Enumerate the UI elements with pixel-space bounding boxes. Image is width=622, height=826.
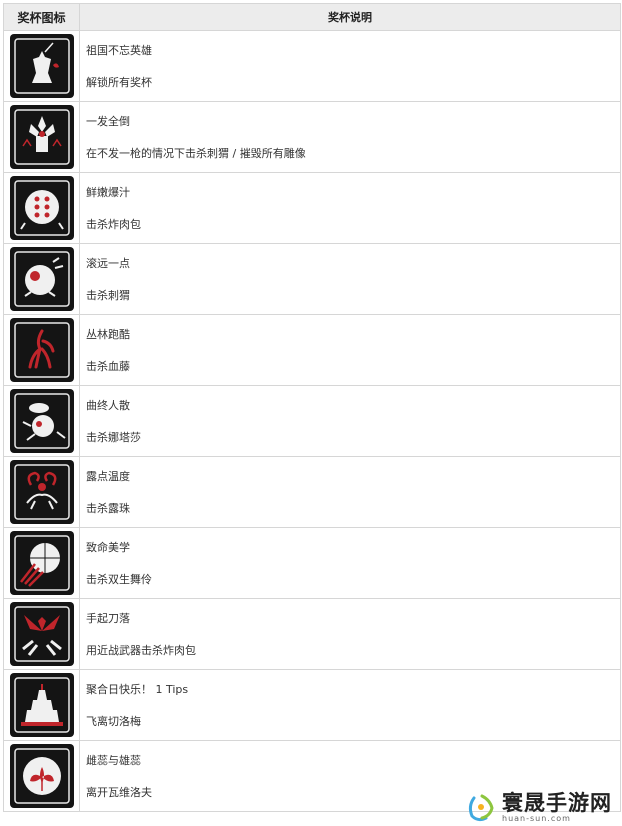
flower-icon: [9, 744, 74, 808]
table-row: 曲终人散 击杀娜塔莎: [4, 386, 621, 457]
icon-cell: [4, 457, 80, 527]
winged-blades-icon: [9, 602, 74, 666]
desc-cell: 滚远一点 击杀刺猬: [80, 244, 621, 314]
trophy-title: 丛林跑酷: [86, 328, 130, 341]
header-desc-label: 奖杯说明: [328, 11, 372, 24]
tower-icon: [9, 673, 74, 737]
desc-cell: 致命美学 击杀双生舞伶: [80, 528, 621, 598]
icon-cell: [4, 670, 80, 740]
icon-cell: [4, 173, 80, 243]
table-row: 聚合日快乐！ 1 Tips 飞离切洛梅: [4, 670, 621, 741]
icon-cell: [4, 386, 80, 456]
trophy-title: 致命美学: [86, 541, 130, 554]
tentacle-creature-icon: [9, 460, 74, 524]
icon-cell: [4, 528, 80, 598]
table-row: 祖国不忘英雄 解锁所有奖杯: [4, 31, 621, 102]
watermark: 寰晟手游网 huan-sun.com: [464, 790, 612, 824]
trophy-description: 击杀血藤: [86, 360, 130, 373]
table-row: 鲜嫩爆汁 击杀炸肉包: [4, 173, 621, 244]
icon-cell: [4, 102, 80, 172]
trophy-title: 鲜嫩爆汁: [86, 186, 130, 199]
trophy-description: 击杀娜塔莎: [86, 431, 141, 444]
desc-cell: 丛林跑酷 击杀血藤: [80, 315, 621, 385]
ballerina-robot-icon: [9, 389, 74, 453]
trophy-title: 曲终人散: [86, 399, 130, 412]
table-row: 丛林跑酷 击杀血藤: [4, 315, 621, 386]
trophy-title: 祖国不忘英雄: [86, 44, 152, 57]
desc-cell: 露点温度 击杀露珠: [80, 457, 621, 527]
trophy-title: 一发全倒: [86, 115, 130, 128]
table-row: 露点温度 击杀露珠: [4, 457, 621, 528]
watermark-sub: huan-sun.com: [502, 813, 571, 823]
desc-cell: 一发全倒 在不发一枪的情况下击杀刺猬 / 摧毁所有雕像: [80, 102, 621, 172]
trophy-description: 用近战武器击杀炸肉包: [86, 644, 196, 657]
icon-cell: [4, 244, 80, 314]
desc-cell: 曲终人散 击杀娜塔莎: [80, 386, 621, 456]
trophy-title: 手起刀落: [86, 612, 130, 625]
trophy-description: 击杀刺猬: [86, 289, 130, 302]
table-row: 致命美学 击杀双生舞伶: [4, 528, 621, 599]
flower-mech-icon: [9, 105, 74, 169]
header-desc-column: 奖杯说明: [80, 4, 621, 30]
vine-creature-icon: [9, 318, 74, 382]
desc-cell: 鲜嫩爆汁 击杀炸肉包: [80, 173, 621, 243]
trophy-table: 奖杯图标 奖杯说明 祖国不忘英雄 解锁所有奖杯 一发全倒 在不发一枪的情况下击杀…: [3, 3, 621, 812]
trophy-description: 击杀露珠: [86, 502, 130, 515]
icon-cell: [4, 741, 80, 811]
watermark-main: 寰晟手游网: [502, 789, 612, 815]
table-header: 奖杯图标 奖杯说明: [4, 4, 621, 31]
table-row: 滚远一点 击杀刺猬: [4, 244, 621, 315]
trophy-description: 飞离切洛梅: [86, 715, 141, 728]
trophy-title: 滚远一点: [86, 257, 130, 270]
statue-icon: [9, 34, 74, 98]
table-row: 手起刀落 用近战武器击杀炸肉包: [4, 599, 621, 670]
table-row: 一发全倒 在不发一枪的情况下击杀刺猬 / 摧毁所有雕像: [4, 102, 621, 173]
icon-cell: [4, 599, 80, 669]
trophy-description: 在不发一枪的情况下击杀刺猬 / 摧毁所有雕像: [86, 147, 306, 160]
watermark-logo-icon: [468, 794, 494, 822]
desc-cell: 手起刀落 用近战武器击杀炸肉包: [80, 599, 621, 669]
dotted-robot-icon: [9, 176, 74, 240]
trophy-title: 露点温度: [86, 470, 130, 483]
trophy-description: 击杀双生舞伶: [86, 573, 152, 586]
watermark-text: 寰晟手游网 huan-sun.com: [502, 792, 612, 823]
icon-cell: [4, 315, 80, 385]
claw-sphere-icon: [9, 531, 74, 595]
icon-cell: [4, 31, 80, 101]
trophy-title: 雌蕊与雄蕊: [86, 754, 141, 767]
trophy-description: 击杀炸肉包: [86, 218, 141, 231]
desc-cell: 聚合日快乐！ 1 Tips 飞离切洛梅: [80, 670, 621, 740]
header-icon-column: 奖杯图标: [4, 4, 80, 30]
desc-cell: 祖国不忘英雄 解锁所有奖杯: [80, 31, 621, 101]
trophy-description: 解锁所有奖杯: [86, 76, 152, 89]
rolling-robot-icon: [9, 247, 74, 311]
trophy-title: 聚合日快乐！ 1 Tips: [86, 683, 189, 696]
